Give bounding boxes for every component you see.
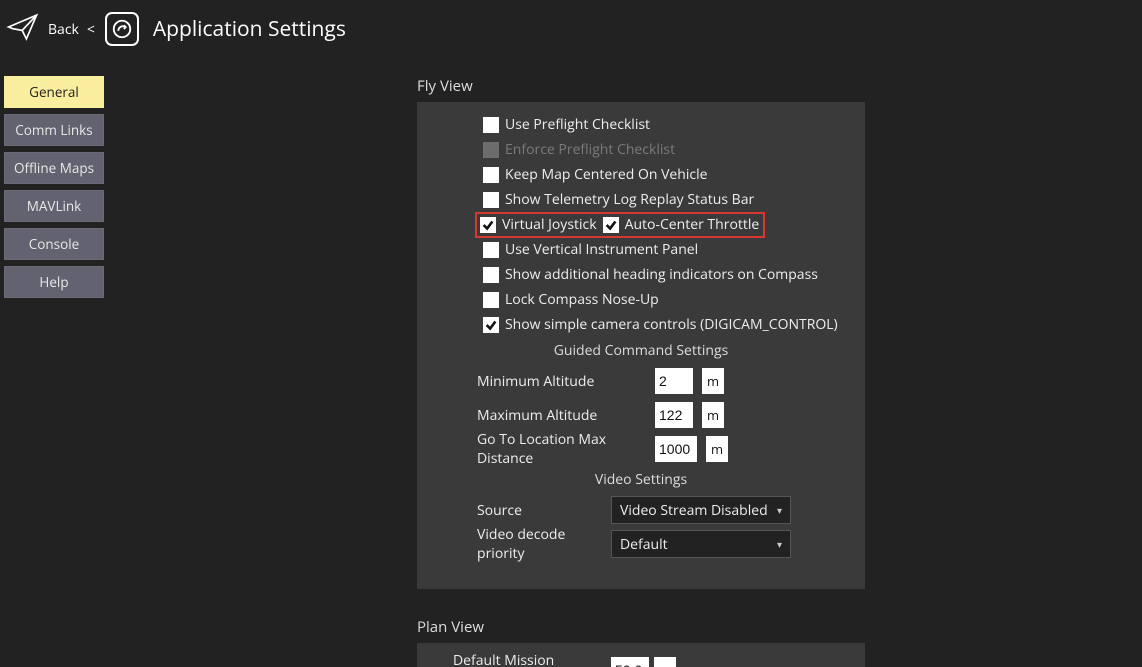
label-telemetry: Show Telemetry Log Replay Status Bar: [505, 190, 754, 209]
sidebar-item-general[interactable]: General: [4, 76, 104, 108]
checkbox-simplecam[interactable]: [483, 317, 499, 333]
label-enforce: Enforce Preflight Checklist: [505, 140, 675, 159]
highlight-joystick: Virtual Joystick Auto-Center Throttle: [475, 212, 765, 238]
label-max-altitude: Maximum Altitude: [477, 406, 645, 425]
sidebar-item-mavlink[interactable]: MAVLink: [4, 190, 104, 222]
sidebar-item-console[interactable]: Console: [4, 228, 104, 260]
flyview-panel: Use Preflight Checklist Enforce Prefligh…: [417, 102, 865, 589]
label-autocenter: Auto-Center Throttle: [625, 215, 760, 234]
checkbox-vertpanel[interactable]: [483, 242, 499, 258]
label-lockcompass: Lock Compass Nose-Up: [505, 290, 659, 309]
input-default-mission-altitude[interactable]: [611, 657, 649, 667]
label-goto-distance: Go To Location Max Distance: [477, 430, 645, 468]
back-link[interactable]: Back: [48, 20, 79, 39]
app-icon[interactable]: [105, 12, 139, 46]
checkbox-heading[interactable]: [483, 267, 499, 283]
label-virtual-joystick: Virtual Joystick: [502, 215, 597, 234]
planview-panel: Default Mission Altitude m VTOL Transiti…: [417, 643, 865, 667]
label-preflight: Use Preflight Checklist: [505, 115, 650, 134]
select-video-decode-value: Default: [620, 535, 668, 554]
chevron-down-icon: ▾: [777, 503, 782, 517]
guided-header: Guided Command Settings: [429, 341, 853, 360]
input-max-altitude[interactable]: [655, 402, 693, 428]
sidebar-item-help[interactable]: Help: [4, 266, 104, 298]
planview-section-label: Plan View: [417, 617, 1102, 637]
checkbox-autocenter[interactable]: [603, 217, 619, 233]
unit-default-mission-altitude: m: [654, 657, 676, 667]
unit-max-altitude: m: [702, 402, 724, 428]
select-video-decode[interactable]: Default ▾: [611, 530, 791, 558]
checkbox-preflight[interactable]: [483, 117, 499, 133]
content: Fly View Use Preflight Checklist Enforce…: [105, 58, 1142, 667]
label-video-decode: Video decode priority: [477, 525, 605, 563]
page-title: Application Settings: [153, 15, 346, 43]
input-goto-distance[interactable]: [655, 436, 697, 462]
video-header: Video Settings: [429, 470, 853, 489]
checkbox-telemetry[interactable]: [483, 192, 499, 208]
checkbox-lockcompass[interactable]: [483, 292, 499, 308]
label-keepmap: Keep Map Centered On Vehicle: [505, 165, 708, 184]
select-video-source[interactable]: Video Stream Disabled ▾: [611, 496, 791, 524]
paperplane-icon[interactable]: [6, 10, 40, 49]
checkbox-virtual-joystick[interactable]: [480, 217, 496, 233]
label-default-mission-altitude: Default Mission Altitude: [453, 651, 605, 667]
checkbox-keepmap[interactable]: [483, 167, 499, 183]
flyview-section-label: Fly View: [417, 76, 1102, 96]
topbar: Back < Application Settings: [0, 0, 1142, 58]
sidebar-item-comm-links[interactable]: Comm Links: [4, 114, 104, 146]
sidebar-item-offline-maps[interactable]: Offline Maps: [4, 152, 104, 184]
label-video-source: Source: [477, 501, 605, 520]
select-video-source-value: Video Stream Disabled: [620, 501, 768, 520]
checkbox-enforce: [483, 142, 499, 158]
sidebar: General Comm Links Offline Maps MAVLink …: [0, 58, 105, 667]
label-min-altitude: Minimum Altitude: [477, 372, 645, 391]
unit-goto-distance: m: [706, 436, 728, 462]
input-min-altitude[interactable]: [655, 368, 693, 394]
label-vertpanel: Use Vertical Instrument Panel: [505, 240, 698, 259]
label-simplecam: Show simple camera controls (DIGICAM_CON…: [505, 315, 838, 334]
chevron-down-icon: ▾: [777, 537, 782, 551]
back-angle: <: [87, 20, 95, 39]
label-heading: Show additional heading indicators on Co…: [505, 265, 818, 284]
unit-min-altitude: m: [702, 368, 724, 394]
